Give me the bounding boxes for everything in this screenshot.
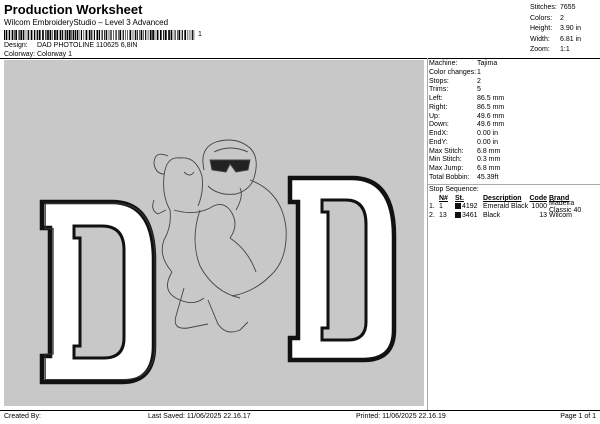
machine-info-row: Down: 49.6 mm bbox=[429, 121, 505, 129]
design-artwork bbox=[39, 139, 397, 385]
machine-info-row: Machine: Tajima bbox=[429, 60, 498, 67]
machine-info-row: Min Stitch: 0.3 mm bbox=[429, 156, 501, 164]
footer: Created By: Last Saved: 11/06/2025 22.16… bbox=[0, 411, 600, 423]
design-label: Design: bbox=[4, 42, 28, 49]
letter-d-right-inner bbox=[320, 198, 368, 342]
stop-sequence-table: N# St. Description Code Brand 1. 1 4192 … bbox=[429, 195, 597, 220]
table-row[interactable]: 1. 1 4192 Emerald Black 1000 Madeira Cla… bbox=[429, 200, 597, 214]
last-saved: Last Saved: 11/06/2025 22.16.17 bbox=[148, 413, 251, 420]
col-description: Description bbox=[483, 195, 522, 202]
col-num: N# bbox=[439, 195, 448, 202]
design-row: Design: DAD PHOTOLINE 110625 6,8IN bbox=[4, 42, 137, 49]
father-daughter-lineart bbox=[152, 139, 287, 333]
worksheet-title: Production Worksheet bbox=[4, 2, 143, 17]
design-preview-canvas[interactable] bbox=[4, 60, 424, 406]
col-code: Code bbox=[529, 195, 548, 202]
table-row[interactable]: 2. 13 3461 Black 13 Wilcom bbox=[429, 211, 597, 220]
machine-info-row: Max Jump: 6.8 mm bbox=[429, 165, 501, 172]
colorway-row: Colorway: Colorway 1 bbox=[4, 51, 72, 58]
panel-divider bbox=[427, 58, 428, 411]
created-by: Created By: bbox=[4, 413, 41, 420]
thread-color-swatch bbox=[455, 212, 461, 218]
stop-divider bbox=[427, 184, 600, 185]
stat-colors: Colors: 2 bbox=[530, 14, 564, 22]
machine-info-row: Max Stitch: 6.8 mm bbox=[429, 147, 501, 155]
header-divider bbox=[0, 58, 600, 59]
stat-stitches: Stitches: 7655 bbox=[530, 4, 576, 11]
colorway-value: Colorway 1 bbox=[36, 51, 72, 58]
machine-info-row: Right: 86.5 mm bbox=[429, 103, 505, 111]
design-value: DAD PHOTOLINE 110625 6,8IN bbox=[36, 42, 138, 49]
top-stats: Stitches: 7655 Colors: 2 Height: 3.90 in Wi… bbox=[530, 3, 596, 56]
machine-info-row: EndY: 0.00 in bbox=[429, 138, 499, 146]
machine-info-row: EndX: 0.00 in bbox=[429, 130, 499, 137]
machine-info-row: Trims: 5 bbox=[429, 86, 481, 94]
design-barcode bbox=[4, 30, 195, 40]
machine-info-row: Total Bobbin: 45.39ft bbox=[429, 173, 499, 181]
machine-info-row: Left: 86.5 mm bbox=[429, 95, 505, 102]
software-subtitle: Wilcom EmbroideryStudio – Level 3 Advanc… bbox=[4, 18, 169, 27]
machine-info-row: Up: 49.6 mm bbox=[429, 112, 505, 120]
thread-color-swatch bbox=[455, 203, 461, 209]
machine-info-panel: Machine: Tajima Color changes: 1 Stops: 2 Trim… bbox=[429, 60, 597, 183]
col-st: St. bbox=[455, 195, 464, 202]
letter-d-left-inner bbox=[72, 224, 126, 360]
colorway-label: Colorway: bbox=[4, 51, 36, 58]
stop-sequence-title: Stop Sequence: bbox=[429, 186, 479, 193]
stat-zoom: Zoom: 1:1 bbox=[530, 46, 570, 53]
stat-height: Height: 3.90 in bbox=[530, 25, 582, 32]
page-number: Page 1 of 1 bbox=[560, 413, 596, 420]
machine-info-row: Color changes: 1 bbox=[429, 68, 481, 76]
machine-info-row: Stops: 2 bbox=[429, 77, 481, 85]
printed-date: Printed: 11/06/2025 22.16.19 bbox=[356, 413, 446, 420]
barcode-suffix: 1 bbox=[198, 31, 202, 38]
stat-width: Width: 6.81 in bbox=[530, 35, 582, 43]
